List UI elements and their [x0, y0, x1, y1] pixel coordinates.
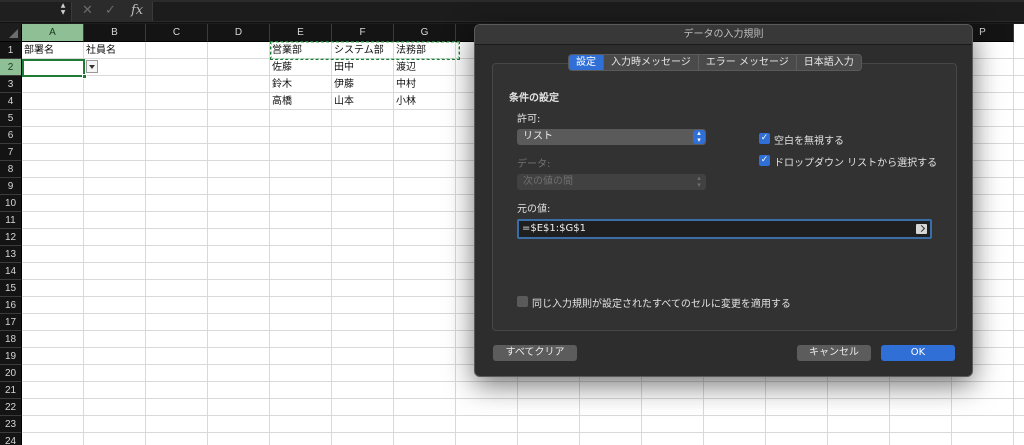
row-header-7[interactable]: 7 [0, 144, 22, 161]
column-gridline [207, 42, 208, 445]
in-cell-dropdown-checkbox[interactable]: ✓ [759, 155, 770, 166]
tab-error-message[interactable]: エラー メッセージ [699, 55, 797, 70]
formula-input[interactable] [152, 2, 1024, 21]
column-gridline [83, 42, 84, 445]
allow-select[interactable]: リスト ▴ ▾ [517, 129, 706, 145]
source-input-value: =$E$1:$G$1 [522, 223, 586, 234]
column-header-g[interactable]: G [394, 24, 456, 42]
chevron-down-icon [89, 65, 95, 69]
tab-input-message[interactable]: 入力時メッセージ [604, 55, 699, 70]
data-select[interactable]: 次の値の間 ▴ ▾ [517, 174, 706, 190]
insert-function-icon[interactable]: fx [131, 3, 143, 19]
row-header-20[interactable]: 20 [0, 365, 22, 382]
row-header-19[interactable]: 19 [0, 348, 22, 365]
data-label: データ: [517, 159, 551, 170]
tab-settings[interactable]: 設定 [569, 55, 604, 70]
row-header-10[interactable]: 10 [0, 195, 22, 212]
data-select-value: 次の値の間 [523, 176, 573, 187]
cell-f2[interactable]: 田中 [332, 59, 394, 76]
allow-label: 許可: [517, 114, 541, 125]
cell-g4[interactable]: 小林 [394, 93, 456, 110]
in-cell-dropdown-label: ドロップダウン リストから選択する [774, 158, 938, 169]
row-gridline [22, 415, 1024, 416]
row-header-22[interactable]: 22 [0, 399, 22, 416]
row-header-4[interactable]: 4 [0, 93, 22, 110]
row-header-17[interactable]: 17 [0, 314, 22, 331]
select-all-triangle-icon [9, 29, 18, 38]
row-gridline [22, 381, 1024, 382]
row-gridline [22, 398, 1024, 399]
cell-f4[interactable]: 山本 [332, 93, 394, 110]
collapse-dialog-icon[interactable] [916, 224, 927, 234]
row-header-3[interactable]: 3 [0, 76, 22, 93]
row-gridline [22, 432, 1024, 433]
source-label: 元の値: [517, 204, 551, 215]
cell-f3[interactable]: 伊藤 [332, 76, 394, 93]
column-header-b[interactable]: B [84, 24, 146, 42]
dialog-title: データの入力規則 [683, 29, 764, 40]
column-header-c[interactable]: C [146, 24, 208, 42]
row-header-9[interactable]: 9 [0, 178, 22, 195]
apply-all-checkbox[interactable] [517, 296, 528, 307]
apply-all-label: 同じ入力規則が設定されたすべてのセルに変更を適用する [532, 299, 791, 310]
cell-b1[interactable]: 社員名 [84, 42, 146, 59]
section-title: 条件の設定 [509, 93, 559, 104]
fill-handle[interactable] [82, 74, 87, 79]
row-header-14[interactable]: 14 [0, 263, 22, 280]
column-gridline [1013, 42, 1014, 445]
confirm-icon[interactable]: ✓ [105, 3, 116, 19]
cell-dropdown-button[interactable] [86, 60, 98, 73]
cell-e3[interactable]: 鈴木 [270, 76, 332, 93]
row-header-11[interactable]: 11 [0, 212, 22, 229]
source-input[interactable]: =$E$1:$G$1 [517, 219, 932, 239]
cell-e4[interactable]: 高橋 [270, 93, 332, 110]
up-down-chevron-icon: ▴ ▾ [693, 130, 705, 144]
allow-select-value: リスト [523, 131, 553, 142]
row-header-6[interactable]: 6 [0, 127, 22, 144]
column-gridline [145, 42, 146, 445]
column-header-a[interactable]: A [22, 24, 84, 42]
cancel-button[interactable]: キャンセル [797, 345, 871, 361]
column-header-d[interactable]: D [208, 24, 270, 42]
cell-e2[interactable]: 佐藤 [270, 59, 332, 76]
row-header-8[interactable]: 8 [0, 161, 22, 178]
copy-marquee-range [270, 41, 460, 60]
clear-all-button[interactable]: すべてクリア [493, 345, 577, 361]
row-header-12[interactable]: 12 [0, 229, 22, 246]
cell-a1[interactable]: 部署名 [22, 42, 84, 59]
data-validation-dialog: データの入力規則 設定 入力時メッセージ エラー メッセージ 日本語入力 条件の… [474, 24, 973, 377]
row-header-5[interactable]: 5 [0, 110, 22, 127]
name-box-stepper-icon[interactable]: ▲ ▼ [58, 2, 68, 17]
column-header-e[interactable]: E [270, 24, 332, 42]
row-header-13[interactable]: 13 [0, 246, 22, 263]
tab-japanese-input[interactable]: 日本語入力 [797, 55, 861, 70]
row-header-15[interactable]: 15 [0, 280, 22, 297]
up-down-chevron-icon: ▴ ▾ [697, 174, 701, 189]
select-all-button[interactable] [0, 24, 22, 42]
dialog-titlebar[interactable]: データの入力規則 [475, 25, 972, 45]
active-cell-a2[interactable] [22, 59, 85, 77]
cell-g2[interactable]: 渡辺 [394, 59, 456, 76]
settings-panel [492, 63, 957, 331]
row-header-16[interactable]: 16 [0, 297, 22, 314]
column-header-f[interactable]: F [332, 24, 394, 42]
formula-bar: ▲ ▼ ✕ ✓ fx [0, 0, 1024, 23]
ignore-blank-label: 空白を無視する [774, 136, 844, 147]
cancel-icon[interactable]: ✕ [82, 3, 93, 19]
row-header-18[interactable]: 18 [0, 331, 22, 348]
ignore-blank-checkbox[interactable]: ✓ [759, 133, 770, 144]
dialog-tabs: 設定 入力時メッセージ エラー メッセージ 日本語入力 [568, 54, 862, 71]
row-header-21[interactable]: 21 [0, 382, 22, 399]
row-header-24[interactable]: 24 [0, 433, 22, 445]
cell-g3[interactable]: 中村 [394, 76, 456, 93]
row-header-23[interactable]: 23 [0, 416, 22, 433]
row-header-2[interactable]: 2 [0, 59, 22, 76]
row-header-1[interactable]: 1 [0, 42, 22, 59]
ok-button[interactable]: OK [881, 345, 955, 361]
